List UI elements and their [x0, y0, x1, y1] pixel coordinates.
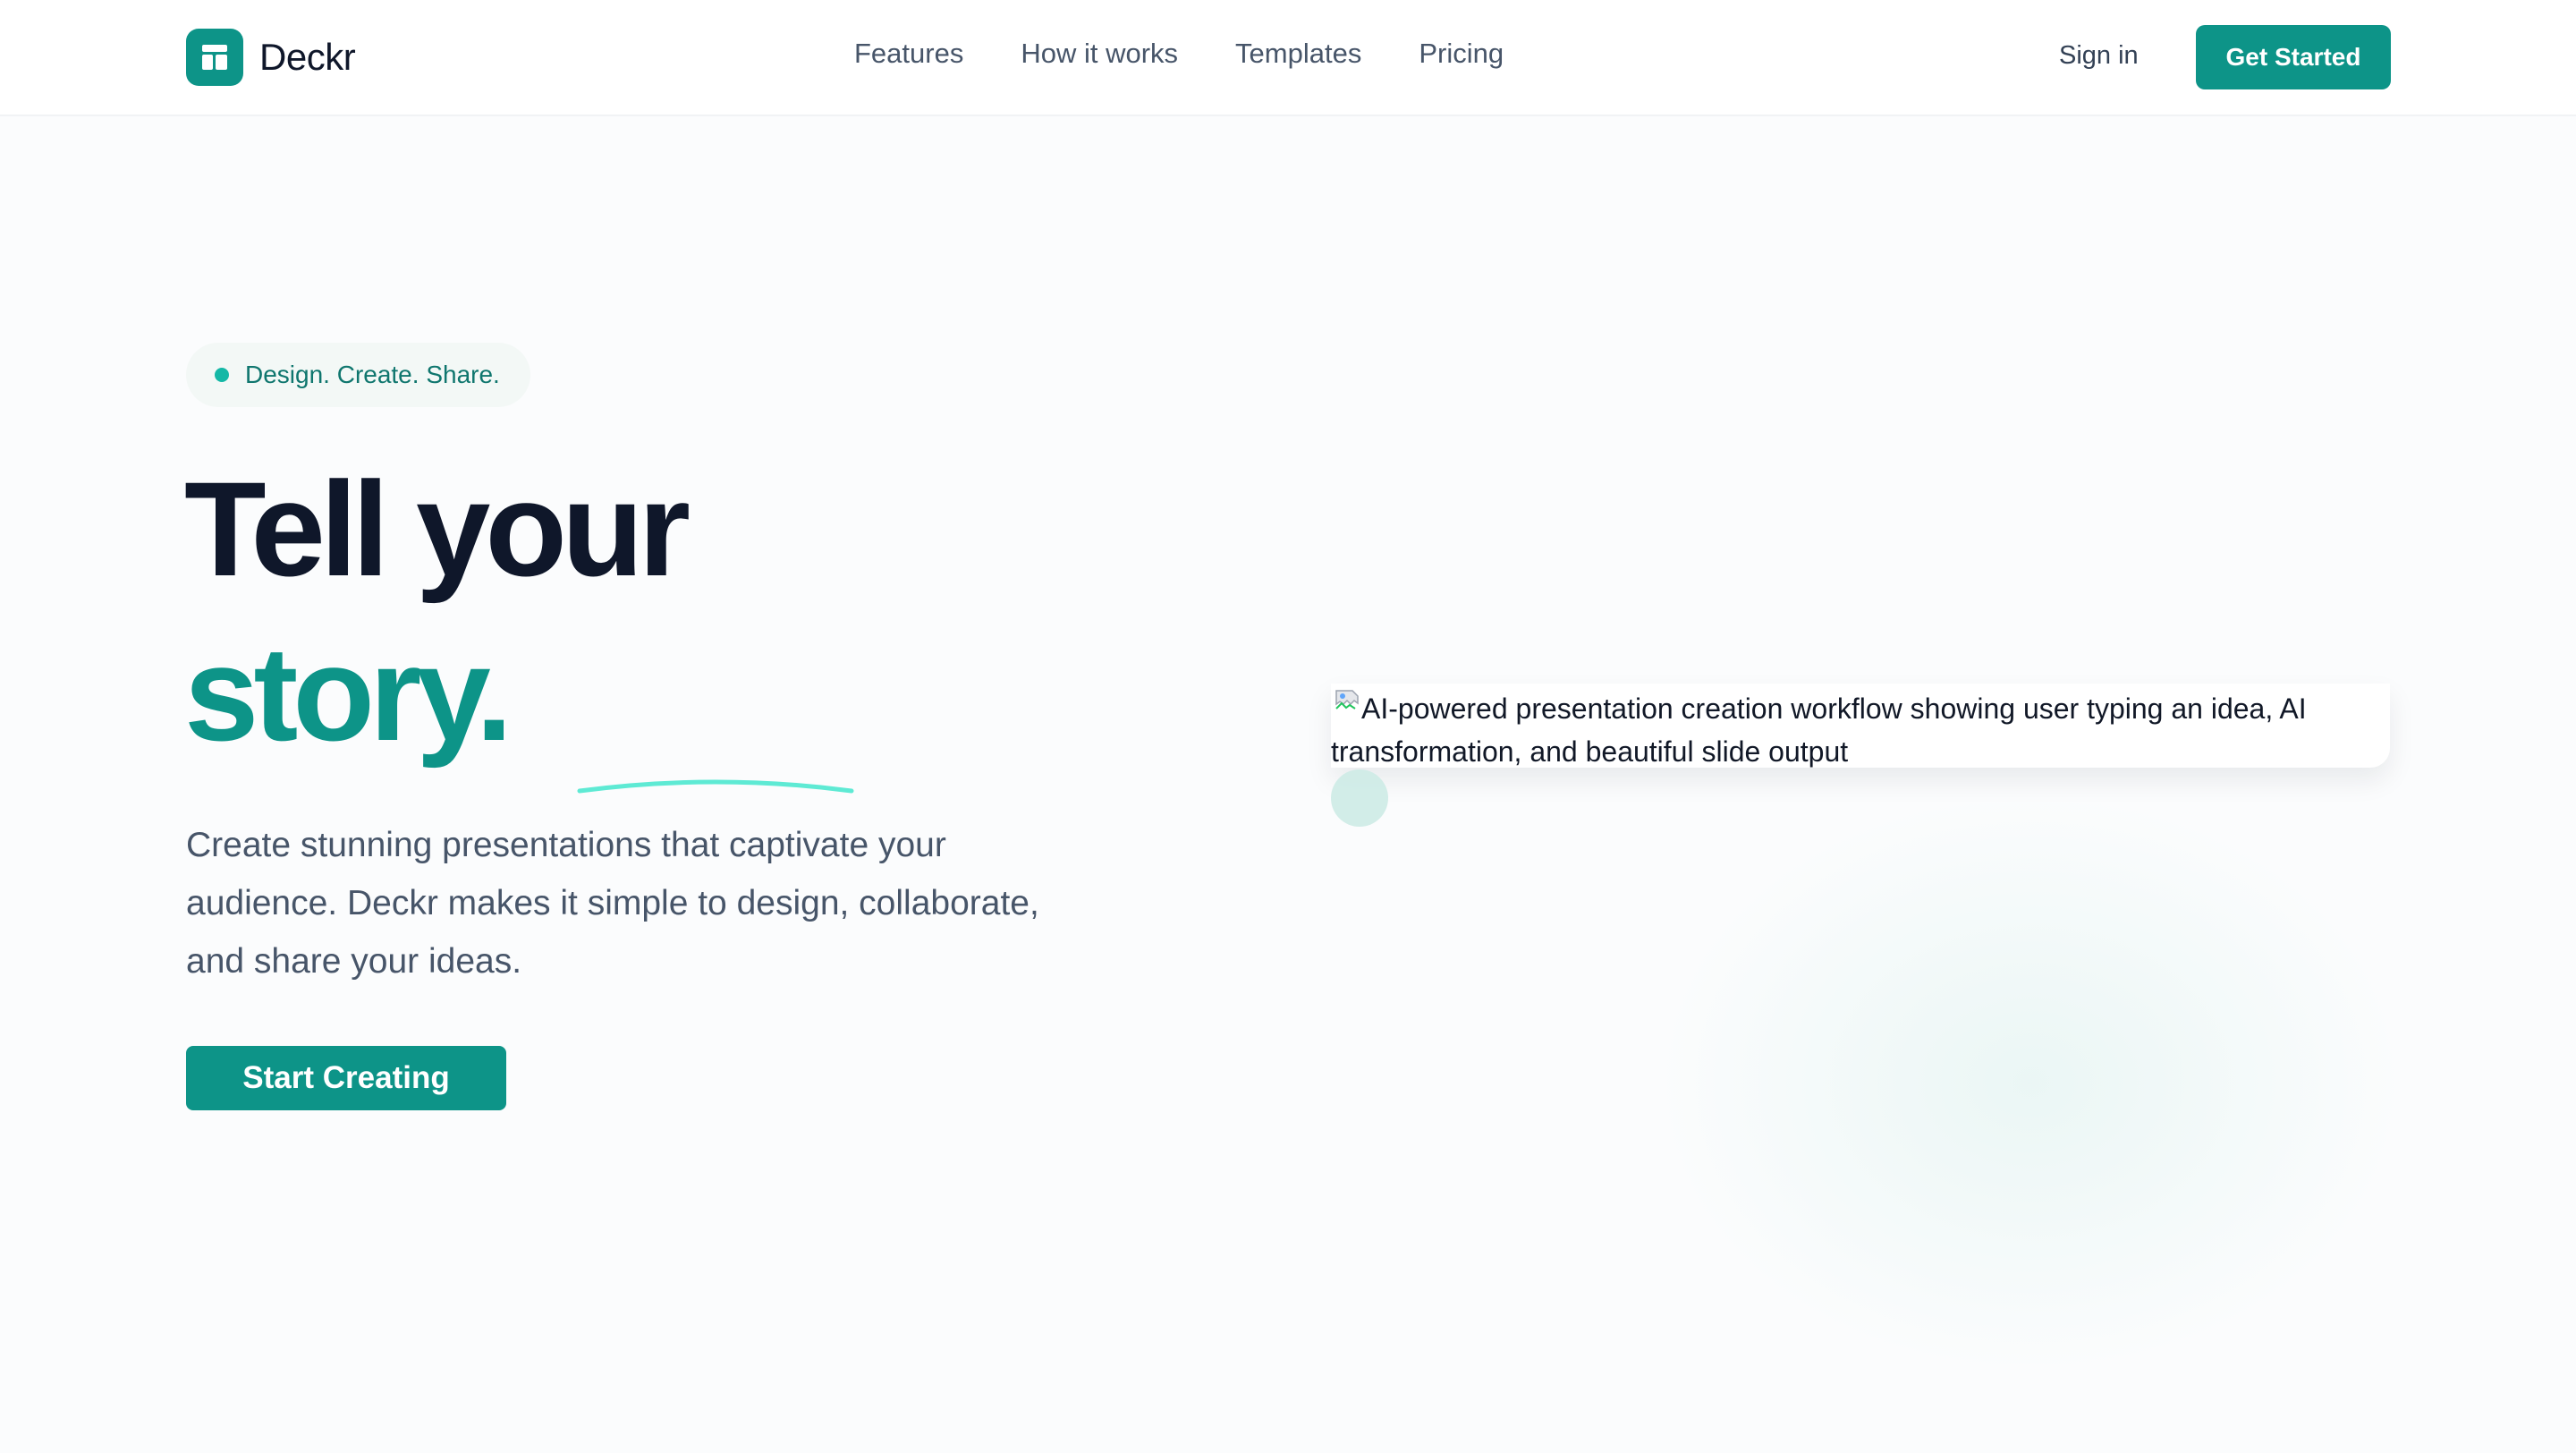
illustration-alt-text: AI-powered presentation creation workflo… [1331, 693, 2307, 768]
brand-name: Deckr [259, 36, 356, 78]
brand[interactable]: Deckr [186, 29, 356, 86]
hero-illustration: AI-powered presentation creation workflo… [1331, 684, 2390, 768]
main-nav: Features How it works Templates Pricing [854, 38, 1561, 70]
hero-headline-line1: Tell your [184, 454, 691, 604]
top-navbar: Deckr Features How it works Templates Pr… [0, 0, 2576, 116]
decorative-underline [577, 779, 854, 794]
hero-subtitle: Create stunning presentations that capti… [186, 826, 1039, 981]
tagline-badge: Design. Create. Share. [186, 343, 530, 407]
decorative-circle [1331, 769, 1388, 827]
hero-headline-line2: story. [184, 618, 513, 769]
tagline-text: Design. Create. Share. [245, 361, 500, 388]
nav-link-pricing[interactable]: Pricing [1419, 38, 1504, 70]
nav-link-templates[interactable]: Templates [1235, 38, 1361, 70]
get-started-button[interactable]: Get Started [2196, 25, 2391, 89]
start-creating-button[interactable]: Start Creating [186, 1046, 506, 1110]
layout-icon [186, 29, 243, 86]
sign-in-link[interactable]: Sign in [2059, 41, 2139, 71]
nav-link-features[interactable]: Features [854, 38, 963, 70]
background-glow [1628, 769, 2433, 1396]
status-dot-icon [215, 368, 229, 382]
nav-link-how-it-works[interactable]: How it works [1021, 38, 1178, 70]
